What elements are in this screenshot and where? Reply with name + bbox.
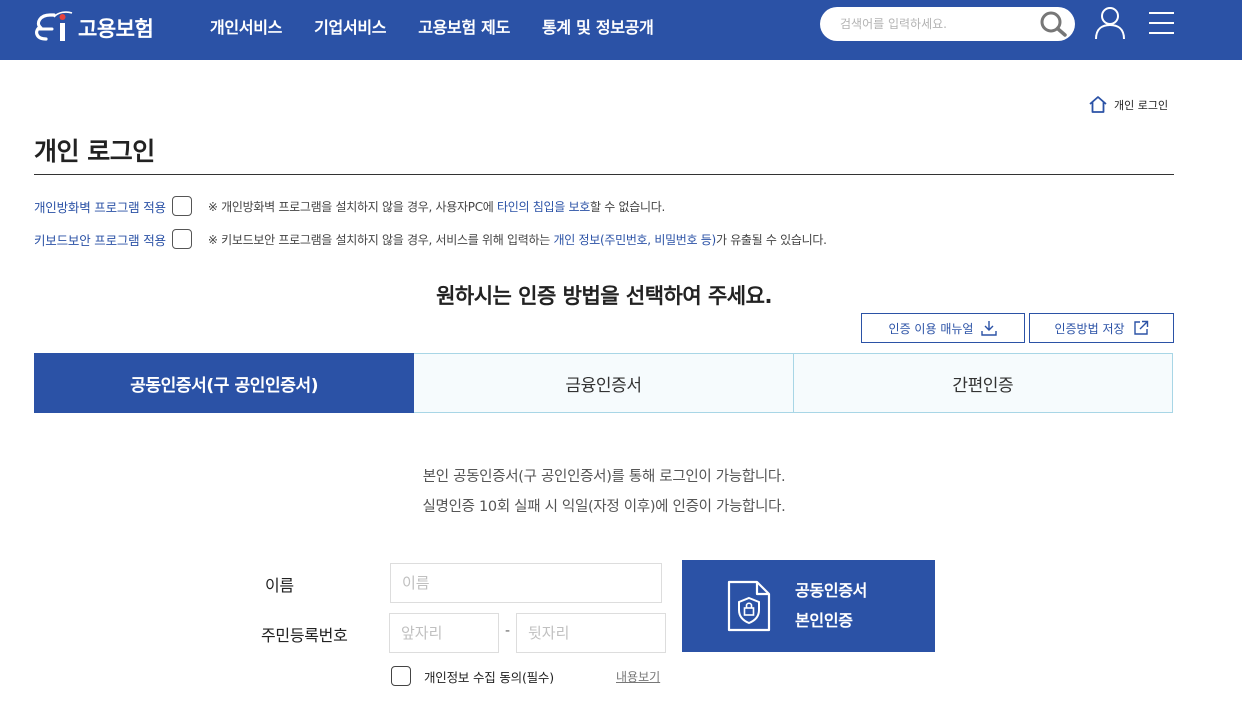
firewall-row: 개인방화벽 프로그램 적용 ※ 개인방화벽 프로그램을 설치하지 않을 경우, … (34, 195, 665, 217)
page-title: 개인 로그인 (34, 137, 155, 166)
top-header: 고용보험 개인서비스 기업서비스 고용보험 제도 통계 및 정보공개 (0, 0, 1242, 60)
firewall-checkbox[interactable] (171, 196, 192, 216)
tab-joint-certificate[interactable]: 공동인증서(구 공인인증서) (34, 353, 415, 413)
hamburger-menu-icon[interactable] (1148, 11, 1175, 35)
external-link-icon (1133, 320, 1148, 335)
keyboard-security-note: ※ 키보드보안 프로그램을 설치하지 않을 경우, 서비스를 위해 입력하는 개… (207, 232, 827, 247)
privacy-agree-label: 개인정보 수집 동의(필수) (424, 670, 554, 685)
rrn-front-input[interactable] (389, 613, 499, 653)
main-nav: 개인서비스 기업서비스 고용보험 제도 통계 및 정보공개 (210, 0, 686, 52)
search-box (820, 7, 1075, 41)
logo-text: 고용보험 (78, 17, 154, 41)
home-icon[interactable] (1088, 95, 1108, 114)
tab-financial-certificate[interactable]: 금융인증서 (414, 353, 794, 413)
breadcrumb-current: 개인 로그인 (1114, 98, 1169, 112)
nav-item-insurance-system[interactable]: 고용보험 제도 (418, 14, 510, 38)
auth-select-heading: 원하시는 인증 방법을 선택하여 주세요. (436, 284, 772, 308)
info-line-2: 실명인증 10회 실패 시 익일(자정 이후)에 인증이 가능합니다. (422, 499, 786, 515)
privacy-view-link[interactable]: 내용보기 (616, 668, 660, 685)
rrn-label: 주민등록번호 (261, 626, 348, 645)
search-icon[interactable] (1039, 10, 1069, 38)
site-logo[interactable]: 고용보험 (32, 8, 154, 48)
download-icon (981, 321, 998, 336)
ei-logo-icon (35, 11, 73, 41)
certificate-auth-button[interactable]: 공동인증서 본인인증 (682, 560, 935, 652)
name-input[interactable] (390, 563, 662, 603)
keyboard-security-checkbox[interactable] (171, 229, 192, 249)
keyboard-security-row: 키보드보안 프로그램 적용 ※ 키보드보안 프로그램을 설치하지 않을 경우, … (34, 228, 827, 250)
rrn-dash: - (505, 623, 511, 639)
breadcrumb: 개인 로그인 (1088, 95, 1168, 114)
search-input[interactable] (840, 14, 1030, 34)
certificate-auth-label: 공동인증서 본인인증 (795, 581, 868, 630)
firewall-label: 개인방화벽 프로그램 적용 (34, 199, 166, 215)
info-line-1: 본인 공동인증서(구 공인인증서)를 통해 로그인이 가능합니다. (422, 469, 786, 485)
keyboard-security-label: 키보드보안 프로그램 적용 (34, 232, 166, 248)
tab-simple-auth[interactable]: 간편인증 (793, 353, 1173, 413)
name-label: 이름 (265, 576, 294, 595)
nav-item-personal[interactable]: 개인서비스 (210, 14, 282, 38)
save-auth-method-button[interactable]: 인증방법 저장 (1029, 313, 1174, 343)
nav-item-business[interactable]: 기업서비스 (314, 14, 386, 38)
auth-method-tabs: 공동인증서(구 공인인증서) 금융인증서 간편인증 (34, 353, 1173, 413)
certificate-lock-icon (727, 580, 771, 632)
title-divider (34, 174, 1174, 175)
save-auth-method-label: 인증방법 저장 (1054, 321, 1125, 336)
privacy-agree-checkbox[interactable] (391, 666, 411, 686)
auth-manual-label: 인증 이용 매뉴얼 (888, 321, 974, 336)
user-icon[interactable] (1094, 6, 1126, 40)
nav-item-statistics[interactable]: 통계 및 정보공개 (542, 14, 654, 38)
auth-manual-button[interactable]: 인증 이용 매뉴얼 (861, 313, 1025, 343)
rrn-back-input[interactable] (516, 613, 666, 653)
firewall-note: ※ 개인방화벽 프로그램을 설치하지 않을 경우, 사용자PC에 타인의 침입을… (207, 199, 665, 214)
